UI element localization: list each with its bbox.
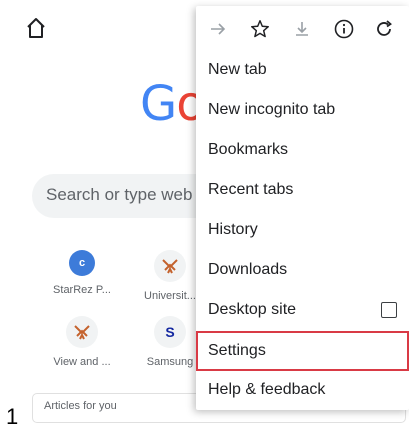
menu-icon-row bbox=[196, 6, 409, 56]
search-placeholder: Search or type web ad bbox=[46, 185, 217, 204]
menu-item-new-incognito-tab[interactable]: New incognito tab bbox=[196, 90, 409, 130]
menu-item-new-tab[interactable]: New tab bbox=[196, 50, 409, 90]
home-icon[interactable] bbox=[22, 14, 50, 42]
info-icon[interactable] bbox=[332, 17, 356, 41]
step-number: 1 bbox=[6, 404, 19, 429]
desktop-site-label: Desktop site bbox=[208, 301, 297, 318]
university-logo-icon bbox=[154, 250, 186, 282]
refresh-icon[interactable] bbox=[372, 17, 396, 41]
menu-item-recent-tabs[interactable]: Recent tabs bbox=[196, 170, 409, 210]
samsung-icon: S bbox=[154, 316, 186, 348]
menu-item-desktop-site[interactable]: Desktop site bbox=[196, 290, 409, 330]
samsung-icon-letter: S bbox=[165, 324, 175, 340]
tile-label: View and ... bbox=[53, 356, 111, 368]
desktop-site-checkbox[interactable] bbox=[381, 302, 397, 318]
articles-label: Articles for you bbox=[44, 400, 117, 412]
starrez-icon: c bbox=[69, 250, 95, 276]
tile-label: StarRez P... bbox=[53, 284, 111, 296]
google-logo: Go bbox=[140, 80, 206, 128]
bookmark-star-icon[interactable] bbox=[248, 17, 272, 41]
shortcut-tile-view[interactable]: View and ... bbox=[40, 316, 124, 368]
starrez-icon-letter: c bbox=[78, 257, 86, 269]
menu-item-help-feedback[interactable]: Help & feedback bbox=[196, 370, 409, 410]
menu-item-history[interactable]: History bbox=[196, 210, 409, 250]
shortcut-tile-starrez[interactable]: c StarRez P... bbox=[40, 250, 124, 296]
university-logo-icon bbox=[66, 316, 98, 348]
forward-icon[interactable] bbox=[206, 17, 230, 41]
menu-item-downloads[interactable]: Downloads bbox=[196, 250, 409, 290]
menu-item-settings[interactable]: Settings bbox=[196, 331, 409, 371]
overflow-menu: New tab New incognito tab Bookmarks Rece… bbox=[196, 6, 409, 410]
download-icon[interactable] bbox=[290, 17, 314, 41]
menu-item-bookmarks[interactable]: Bookmarks bbox=[196, 130, 409, 170]
logo-letter-g: G bbox=[140, 76, 177, 132]
